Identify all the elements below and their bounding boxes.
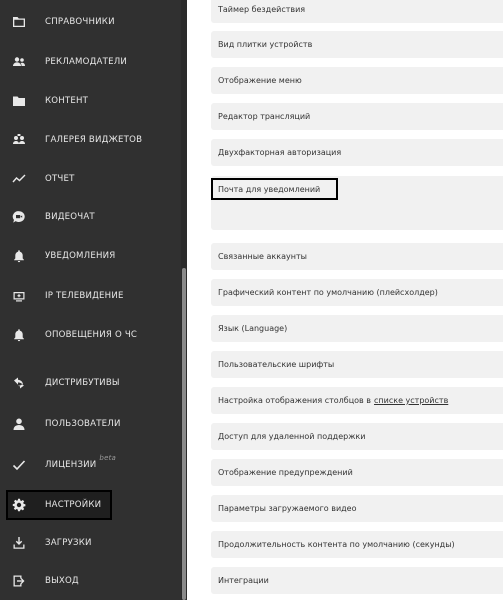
sidebar-item-advertisers[interactable]: РЕКЛАМОДАТЕЛИ [0, 46, 187, 78]
download-icon [12, 536, 26, 550]
sidebar-item-label: ПОЛЬЗОВАТЕЛИ [45, 419, 121, 429]
chart-line-icon [12, 172, 26, 186]
settings-row-label: Связанные аккаунты [218, 252, 307, 261]
sidebar-item-label: УВЕДОМЛЕНИЯ [45, 251, 116, 261]
sidebar-item-label: ВИДЕОЧАТ [45, 212, 95, 222]
settings-row-label: Параметры загружаемого видео [218, 504, 357, 513]
settings-row-label: Интеграции [218, 576, 269, 585]
sidebar-item-label: СПРАВОЧНИКИ [45, 17, 115, 27]
settings-row-remote-support[interactable]: Доступ для удаленной поддержки [211, 423, 503, 450]
sidebar-item-label: ОПОВЕЩЕНИЯ О ЧС [45, 330, 138, 340]
settings-row-label: Вид плитки устройств [218, 40, 313, 49]
settings-row-label: Настройка отображения столбцов в [218, 396, 372, 405]
sidebar-item-label: ДИСТРИБУТИВЫ [45, 378, 120, 388]
sidebar-item-label: НАСТРОЙКИ [45, 500, 102, 510]
beta-badge: beta [99, 454, 117, 462]
sidebar-item-emergency-alerts[interactable]: ОПОВЕЩЕНИЯ О ЧС [0, 319, 187, 351]
settings-row-integrations[interactable]: Интеграции [211, 567, 503, 594]
bell-icon [12, 249, 26, 263]
sidebar-item-label: ВЫХОД [45, 576, 79, 586]
settings-row-label: Доступ для удаленной поддержки [218, 432, 366, 441]
settings-row-inactivity-timer[interactable]: Таймер бездействия [211, 0, 503, 23]
settings-panel: Таймер бездействия Вид плитки устройств … [187, 0, 503, 600]
video-chat-icon [12, 210, 26, 224]
sidebar-item-report[interactable]: ОТЧЕТ [0, 163, 187, 195]
settings-row-warnings-display[interactable]: Отображение предупреждений [211, 459, 503, 486]
tv-icon [12, 289, 26, 303]
sidebar-item-label: КОНТЕНТ [45, 96, 89, 106]
sidebar-item-label: ЛИЦЕНЗИИ [45, 460, 97, 470]
sidebar-item-directories[interactable]: СПРАВОЧНИКИ [0, 6, 187, 38]
bell-alert-icon [12, 328, 26, 342]
settings-row-device-tile-view[interactable]: Вид плитки устройств [211, 31, 503, 58]
sidebar-item-label: ЗАГРУЗКИ [45, 538, 92, 548]
settings-row-broadcast-editor[interactable]: Редактор трансляций [211, 103, 503, 130]
sidebar: СПРАВОЧНИКИ РЕКЛАМОДАТЕЛИ КОНТЕНТ ГАЛЕРЕ… [0, 0, 187, 600]
settings-row-two-factor-auth[interactable]: Двухфакторная авторизация [211, 139, 503, 166]
sidebar-item-downloads[interactable]: ЗАГРУЗКИ [0, 527, 187, 559]
widgets-gallery-icon [12, 133, 26, 147]
sidebar-item-users[interactable]: ПОЛЬЗОВАТЕЛИ [0, 408, 187, 440]
settings-row-label: Графический контент по умолчанию (плейсх… [218, 288, 438, 297]
sidebar-item-distributives[interactable]: ДИСТРИБУТИВЫ [0, 367, 187, 399]
sidebar-item-widgets-gallery[interactable]: ГАЛЕРЕЯ ВИДЖЕТОВ [0, 124, 187, 156]
settings-row-label: Двухфакторная авторизация [218, 148, 342, 157]
sidebar-item-label: IP ТЕЛЕВИДЕНИЕ [45, 291, 124, 301]
settings-row-label: Отображение предупреждений [218, 468, 353, 477]
device-list-link[interactable]: списке устройств [374, 396, 448, 405]
gear-icon [12, 498, 26, 512]
sidebar-item-label: ОТЧЕТ [45, 174, 75, 184]
settings-row-default-placeholder[interactable]: Графический контент по умолчанию (плейсх… [211, 279, 503, 306]
settings-row-label: Редактор трансляций [218, 112, 311, 121]
settings-row-label: Таймер бездействия [218, 5, 306, 14]
sidebar-item-logout[interactable]: ВЫХОД [0, 565, 187, 597]
highlight-box [211, 178, 338, 200]
settings-row-upload-video-params[interactable]: Параметры загружаемого видео [211, 495, 503, 522]
sidebar-item-label: ГАЛЕРЕЯ ВИДЖЕТОВ [45, 135, 143, 145]
distributives-icon [12, 376, 26, 390]
settings-row-label: Отображение меню [218, 76, 302, 85]
sidebar-item-content[interactable]: КОНТЕНТ [0, 85, 187, 117]
folder-filled-icon [12, 94, 26, 108]
users-icon [12, 55, 26, 69]
settings-row-label: Продолжительность контента по умолчанию … [218, 540, 455, 549]
logout-icon [12, 574, 26, 588]
settings-row-language[interactable]: Язык (Language) [211, 315, 503, 342]
settings-row-linked-accounts[interactable]: Связанные аккаунты [211, 243, 503, 270]
settings-row-custom-fonts[interactable]: Пользовательские шрифты [211, 351, 503, 378]
sidebar-item-video-chat[interactable]: ВИДЕОЧАТ [0, 201, 187, 233]
sidebar-item-label: РЕКЛАМОДАТЕЛИ [45, 57, 127, 67]
sidebar-item-ip-tv[interactable]: IP ТЕЛЕВИДЕНИЕ [0, 280, 187, 312]
sidebar-item-notifications[interactable]: УВЕДОМЛЕНИЯ [0, 240, 187, 272]
folder-outline-icon [12, 15, 26, 29]
settings-row-default-content-duration[interactable]: Продолжительность контента по умолчанию … [211, 531, 503, 558]
check-icon [12, 458, 26, 472]
sidebar-item-licenses[interactable]: ЛИЦЕНЗИИ beta [0, 449, 187, 481]
user-icon [12, 417, 26, 431]
settings-row-label: Язык (Language) [218, 324, 288, 333]
sidebar-scrollbar-thumb[interactable] [182, 268, 186, 600]
sidebar-item-settings[interactable]: НАСТРОЙКИ [0, 489, 187, 521]
settings-row-device-columns[interactable]: Настройка отображения столбцов в списке … [211, 387, 503, 414]
settings-row-menu-display[interactable]: Отображение меню [211, 67, 503, 94]
settings-row-label: Пользовательские шрифты [218, 360, 335, 369]
